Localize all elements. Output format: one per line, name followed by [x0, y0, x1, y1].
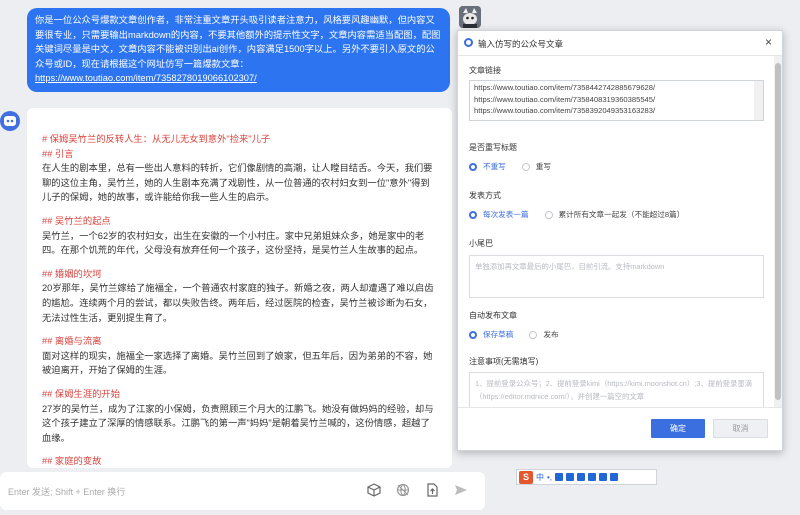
notes-label: 注意事项(无需填写) — [469, 357, 539, 366]
section-body: 20岁那年，吴竹兰嫁给了施福全，一个普通农村家庭的独子。新婚之夜，两人却遭遇了难… — [42, 283, 434, 323]
settings-icon[interactable] — [610, 473, 619, 481]
section-heading: ## 保姆生涯的开始 — [42, 388, 121, 399]
user-message-text: 你是一位公众号爆款文章创作者，非常注重文章开头吸引读者注意力，风格要风趣幽默，但… — [35, 15, 441, 69]
skin-icon[interactable] — [577, 473, 586, 481]
url-line: https://www.toutiao.com/item/73584083193… — [474, 94, 656, 104]
textarea-scrollbar[interactable] — [754, 81, 763, 120]
user-message-link[interactable]: https://www.toutiao.com/item/73582780190… — [35, 73, 257, 83]
chat-input-placeholder[interactable]: Enter 发送; Shift + Enter 换行 — [8, 485, 125, 498]
notes-text: 1、提前登录公众号；2、提前登录kimi（https://kimi.moonsh… — [475, 379, 753, 401]
rewrite-title-label: 是否重写标题 — [469, 143, 517, 152]
rewrite-title-radio-group: 不重写 重写 — [469, 161, 551, 172]
upload-file-icon[interactable] — [424, 482, 440, 498]
user-avatar[interactable] — [459, 6, 481, 28]
ime-mode-label[interactable]: 中 — [536, 472, 544, 483]
tail-label: 小尾巴 — [469, 239, 493, 248]
radio-single-publish[interactable] — [469, 210, 477, 219]
radio-rewrite-label[interactable]: 重写 — [536, 161, 551, 172]
section-heading: ## 家庭的变故 — [42, 456, 102, 467]
microphone-icon[interactable] — [555, 473, 564, 481]
cat-avatar-icon — [459, 6, 481, 28]
web-search-off-icon[interactable] — [395, 482, 411, 498]
tail-textarea[interactable]: 单独添加再文章最后的小尾巴，目前引流。支持markdown — [469, 255, 764, 298]
section-heading: ## 离婚与流离 — [42, 336, 102, 347]
radio-single-publish-label[interactable]: 每次发表一篇 — [483, 209, 529, 220]
tail-placeholder: 单独添加再文章最后的小尾巴，目前引流。支持markdown — [475, 262, 665, 271]
auto-publish-radio-group: 保存草稿 发布 — [469, 329, 559, 340]
url-line: https://www.toutiao.com/item/73583920493… — [474, 106, 656, 115]
rewrite-article-dialog: 输入仿写的公众号文章 × 文章链接 https://www.toutiao.co… — [457, 30, 783, 451]
ime-toolbar[interactable]: S 中 •, — [516, 469, 657, 485]
section-heading: ## 婚姻的坎坷 — [42, 268, 102, 279]
section-heading: ## 引言 — [42, 148, 74, 159]
section-body: 吴竹兰，一个62岁的农村妇女，出生在安徽的一个小村庄。家中兄弟姐妹众多，她是家中… — [42, 230, 425, 256]
radio-rewrite[interactable] — [521, 162, 530, 171]
radio-batch-publish[interactable] — [544, 210, 553, 219]
dialog-title: 输入仿写的公众号文章 — [478, 39, 564, 49]
notes-textarea[interactable]: 1、提前登录公众号；2、提前登录kimi（https://kimi.moonsh… — [469, 372, 764, 408]
keyboard-icon[interactable] — [566, 473, 575, 481]
section-body: 27岁的吴竹兰，成为了江家的小保姆，负责照顾三个月大的江鹏飞。她没有做妈妈的经验… — [42, 403, 434, 443]
section-body: 在人生的剧本里，总有一些出人意料的转折，它们像剧情的高潮，让人瞠目结舌。今天，我… — [42, 163, 433, 203]
article-title: # 保姆吴竹兰的反转人生：从无儿无女到意外"捡来"儿子 — [42, 134, 271, 144]
punctuation-icon[interactable]: •, — [547, 473, 552, 482]
robot-icon — [4, 116, 16, 126]
dialog-scrollbar-thumb[interactable] — [775, 63, 781, 400]
link-label: 文章链接 — [469, 66, 501, 75]
url-line: https://www.toutiao.com/item/73584427428… — [474, 83, 656, 92]
radio-publish[interactable] — [529, 330, 538, 339]
confirm-button[interactable]: 确定 — [651, 419, 705, 438]
section-heading: ## 吴竹兰的起点 — [42, 215, 111, 226]
sogou-logo-icon[interactable]: S — [519, 470, 533, 484]
cube-icon[interactable] — [366, 482, 382, 498]
assistant-avatar — [0, 111, 20, 131]
chat-input-bar[interactable]: Enter 发送; Shift + Enter 换行 — [0, 472, 485, 510]
article-links-textarea[interactable]: https://www.toutiao.com/item/73584427428… — [469, 80, 764, 121]
section-body: 面对这样的现实，施福全一家选择了离婚。吴竹兰回到了娘家，但五年后，因为弟弟的不容… — [42, 350, 433, 376]
toolbox-icon[interactable] — [588, 473, 597, 481]
radio-no-rewrite[interactable] — [469, 162, 477, 171]
radio-batch-publish-label[interactable]: 累计所有文章一起发（不能超过8篇） — [559, 209, 685, 220]
user-message-bubble: 你是一位公众号爆款文章创作者，非常注重文章开头吸引读者注意力，风格要风趣幽默，但… — [27, 8, 450, 92]
radio-save-draft-label[interactable]: 保存草稿 — [483, 329, 513, 340]
radio-publish-label[interactable]: 发布 — [543, 329, 558, 340]
dialog-scrollbar[interactable] — [774, 56, 782, 408]
publish-mode-radio-group: 每次发表一篇 累计所有文章一起发（不能超过8篇） — [469, 209, 684, 220]
radio-no-rewrite-label[interactable]: 不重写 — [483, 161, 506, 172]
dialog-body: 文章链接 https://www.toutiao.com/item/735844… — [458, 56, 774, 408]
auto-publish-label: 自动发布文章 — [469, 311, 517, 320]
dialog-footer: 确定 取消 — [458, 407, 782, 450]
radio-save-draft[interactable] — [469, 330, 477, 339]
send-icon[interactable] — [453, 482, 469, 498]
cancel-button[interactable]: 取消 — [713, 419, 768, 438]
assistant-message-card: # 保姆吴竹兰的反转人生：从无儿无女到意外"捡来"儿子 ## 引言 在人生的剧本… — [27, 108, 452, 468]
publish-mode-label: 发表方式 — [469, 191, 501, 200]
dialog-header: 输入仿写的公众号文章 × — [458, 31, 782, 56]
close-icon[interactable]: × — [765, 35, 772, 49]
article-markdown: # 保姆吴竹兰的反转人生：从无儿无女到意外"捡来"儿子 ## 引言 在人生的剧本… — [27, 108, 452, 468]
app-logo-icon — [464, 38, 473, 47]
grid-icon[interactable] — [599, 473, 608, 481]
